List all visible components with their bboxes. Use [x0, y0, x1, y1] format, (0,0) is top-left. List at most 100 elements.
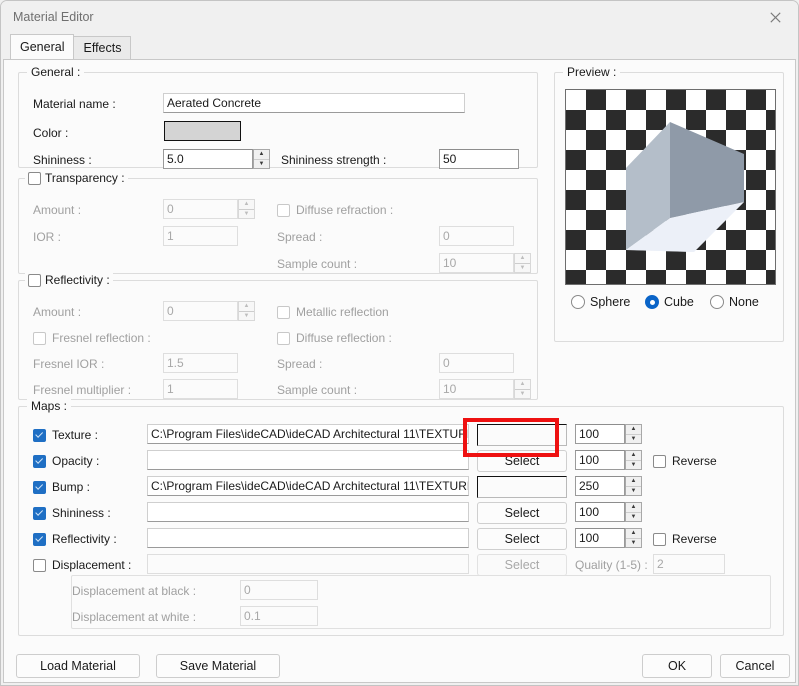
diffuse-refraction-row: Diffuse refraction :	[277, 203, 393, 217]
opacity-path-input[interactable]	[147, 450, 469, 470]
map-row-shininess-toggle[interactable]: Shininess :	[33, 506, 111, 520]
reflectivity-amount-spinner-up: ▲	[239, 302, 254, 312]
quality-label: Quality (1-5) :	[575, 558, 648, 572]
opacity-select-button[interactable]: Select	[477, 450, 567, 472]
texture-amount-spinner-down[interactable]: ▼	[626, 435, 641, 444]
displacement-label: Displacement :	[52, 558, 132, 572]
map-shininess-amount-spinner-up[interactable]: ▲	[626, 503, 641, 513]
reflectivity-reverse-row[interactable]: Reverse	[653, 532, 717, 546]
displacement-select-button: Select	[477, 554, 567, 576]
map-reflectivity-amount-spinner-down[interactable]: ▼	[626, 539, 641, 548]
reflectivity-sample-count-spinner-up: ▲	[515, 380, 530, 390]
bump-amount-spinner[interactable]: ▲ ▼	[625, 476, 642, 496]
shininess-strength-input[interactable]: 50	[439, 149, 519, 169]
reflectivity-sample-count-label: Sample count :	[277, 383, 358, 397]
map-shininess-amount-spinner[interactable]: ▲ ▼	[625, 502, 642, 522]
maps-group-title: Maps :	[27, 399, 72, 413]
opacity-reverse-checkbox[interactable]	[653, 454, 666, 468]
reflectivity-spread-label: Spread :	[277, 357, 323, 371]
texture-select-button[interactable]	[477, 424, 567, 446]
map-shininess-path-input[interactable]	[147, 502, 469, 522]
close-icon[interactable]	[752, 1, 798, 33]
opacity-amount-spinner[interactable]: ▲ ▼	[625, 450, 642, 470]
sphere-radio[interactable]	[571, 295, 585, 309]
preview-group: Preview : Sphere Cube None	[554, 65, 784, 342]
bump-amount-input[interactable]: 250	[575, 476, 625, 496]
load-material-button[interactable]: Load Material	[16, 654, 140, 678]
map-reflectivity-amount-input[interactable]: 100	[575, 528, 625, 548]
transparency-sample-count-spinner-down: ▼	[519, 264, 526, 271]
opacity-amount-spinner-down[interactable]: ▼	[626, 461, 641, 470]
reflectivity-group-label: Reflectivity :	[45, 273, 110, 287]
texture-amount-spinner-up[interactable]: ▲	[626, 425, 641, 435]
opacity-amount-input[interactable]: 100	[575, 450, 625, 470]
preview-shape-sphere[interactable]: Sphere	[571, 295, 630, 309]
reflectivity-reverse-label: Reverse	[672, 532, 717, 546]
cancel-button[interactable]: Cancel	[720, 654, 790, 678]
transparency-ior-label: IOR :	[33, 230, 62, 244]
bump-checkbox[interactable]	[33, 480, 46, 494]
shininess-spinner-up[interactable]: ▲	[254, 150, 269, 160]
none-radio[interactable]	[710, 295, 724, 309]
map-reflectivity-checkbox[interactable]	[33, 532, 46, 546]
shininess-input[interactable]: 5.0	[163, 149, 253, 169]
transparency-sample-count-spinner: ▲ ▼	[514, 253, 531, 273]
reflectivity-group-title[interactable]: Reflectivity :	[25, 273, 113, 287]
map-reflectivity-select-button[interactable]: Select	[477, 528, 567, 550]
ok-button[interactable]: OK	[642, 654, 712, 678]
reflectivity-amount-label: Amount :	[33, 305, 82, 319]
diffuse-refraction-label: Diffuse refraction :	[296, 203, 394, 217]
window-title: Material Editor	[13, 10, 94, 24]
preview-canvas[interactable]	[565, 89, 776, 285]
preview-shape-cube[interactable]: Cube	[645, 295, 694, 309]
color-swatch[interactable]	[164, 121, 241, 141]
diffuse-reflection-label: Diffuse reflection :	[296, 331, 392, 345]
tab-general[interactable]: General	[10, 34, 75, 59]
transparency-sample-count-label: Sample count :	[277, 257, 358, 271]
transparency-checkbox[interactable]	[28, 171, 41, 185]
texture-amount-spinner[interactable]: ▲ ▼	[625, 424, 642, 444]
map-reflectivity-path-input[interactable]	[147, 528, 469, 548]
bump-amount-spinner-up[interactable]: ▲	[626, 477, 641, 487]
texture-amount-input[interactable]: 100	[575, 424, 625, 444]
reflectivity-reverse-checkbox[interactable]	[653, 532, 666, 546]
save-material-button[interactable]: Save Material	[156, 654, 280, 678]
bump-amount-spinner-down[interactable]: ▼	[626, 487, 641, 496]
reflectivity-sample-count-spinner-down: ▼	[519, 390, 526, 397]
map-shininess-checkbox[interactable]	[33, 506, 46, 520]
tab-general-label: General	[20, 40, 65, 54]
texture-checkbox[interactable]	[33, 428, 46, 442]
opacity-reverse-row[interactable]: Reverse	[653, 454, 717, 468]
texture-label: Texture :	[52, 428, 99, 442]
transparency-spread-input: 0	[439, 226, 514, 246]
cube-radio[interactable]	[645, 295, 659, 309]
bump-path-input[interactable]: C:\Program Files\ideCAD\ideCAD Architect…	[147, 476, 469, 496]
tab-effects[interactable]: Effects	[73, 36, 132, 59]
reflectivity-checkbox[interactable]	[28, 273, 41, 287]
map-row-texture-toggle[interactable]: Texture :	[33, 428, 98, 442]
opacity-checkbox[interactable]	[33, 454, 46, 468]
preview-shape-none[interactable]: None	[710, 295, 759, 309]
map-reflectivity-amount-spinner[interactable]: ▲ ▼	[625, 528, 642, 548]
map-row-reflectivity-toggle[interactable]: Reflectivity :	[33, 532, 117, 546]
map-row-opacity-toggle[interactable]: Opacity :	[33, 454, 99, 468]
maps-group: Maps : Texture : C:\Program Files\ideCAD…	[18, 399, 784, 636]
displacement-checkbox[interactable]	[33, 558, 46, 572]
map-row-bump-toggle[interactable]: Bump :	[33, 480, 90, 494]
material-name-input[interactable]: Aerated Concrete	[163, 93, 465, 113]
tab-page-general: General : Material name : Aerated Concre…	[3, 59, 796, 683]
map-reflectivity-amount-spinner-up[interactable]: ▲	[626, 529, 641, 539]
bump-select-button[interactable]	[477, 476, 567, 498]
shininess-spinner[interactable]: ▲ ▼	[253, 149, 270, 169]
shininess-strength-label: Shininess strength :	[281, 153, 387, 167]
map-row-displacement-toggle[interactable]: Displacement :	[33, 558, 131, 572]
map-shininess-amount-spinner-down[interactable]: ▼	[626, 513, 641, 522]
map-shininess-select-button[interactable]: Select	[477, 502, 567, 524]
titlebar: Material Editor	[1, 1, 798, 33]
material-name-label: Material name :	[33, 97, 116, 111]
texture-path-input[interactable]: C:\Program Files\ideCAD\ideCAD Architect…	[147, 424, 469, 444]
shininess-spinner-down[interactable]: ▼	[254, 160, 269, 169]
transparency-group-title[interactable]: Transparency :	[25, 171, 128, 185]
opacity-amount-spinner-up[interactable]: ▲	[626, 451, 641, 461]
map-shininess-amount-input[interactable]: 100	[575, 502, 625, 522]
